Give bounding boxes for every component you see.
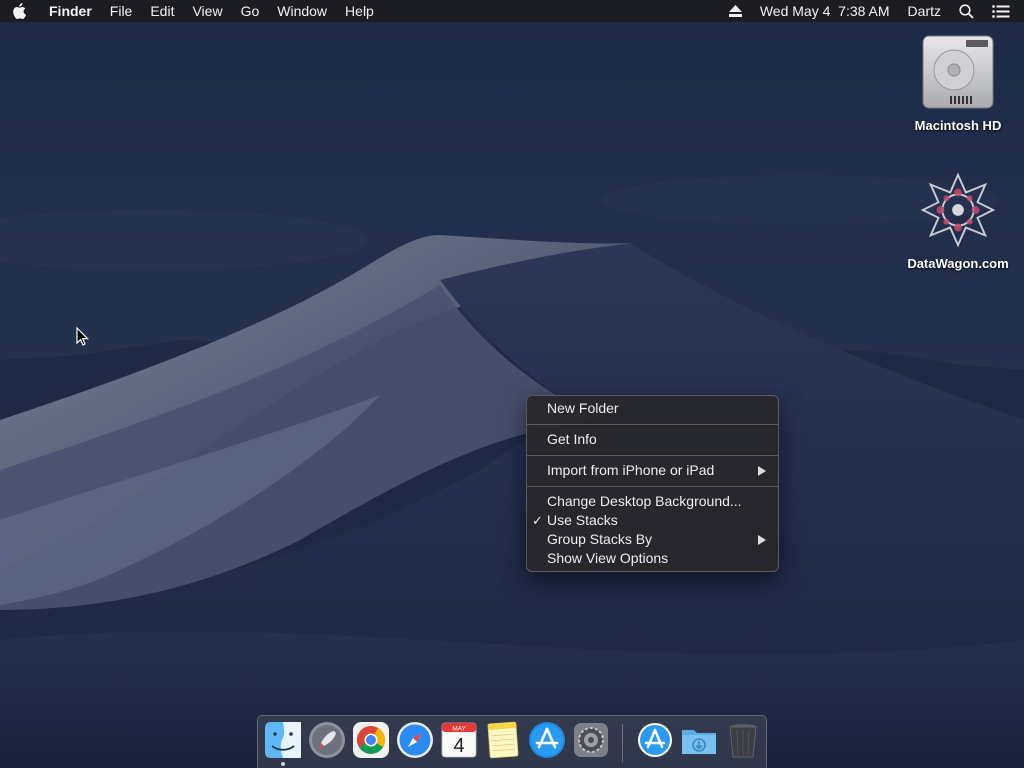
- menu-go[interactable]: Go: [232, 0, 269, 22]
- launchpad-icon[interactable]: [307, 720, 347, 760]
- desktop-wallpaper: [0, 0, 1024, 768]
- calendar-day: 4: [453, 735, 464, 757]
- menu-file[interactable]: File: [101, 0, 142, 22]
- desktop-icon-datawagon[interactable]: DataWagon.com: [903, 168, 1013, 271]
- dock: MAY 4: [257, 715, 767, 768]
- menu-item-new-folder[interactable]: New Folder: [527, 399, 778, 418]
- menu-item-get-info[interactable]: Get Info: [527, 430, 778, 449]
- finder-icon[interactable]: [263, 720, 303, 760]
- menu-separator: [527, 424, 778, 425]
- menu-bar: Finder File Edit View Go Window Help Wed…: [0, 0, 1024, 22]
- desktop-context-menu: New Folder Get Info Import from iPhone o…: [526, 395, 779, 572]
- menu-item-group-stacks-by[interactable]: Group Stacks By: [527, 530, 778, 549]
- safari-icon[interactable]: [395, 720, 435, 760]
- menu-item-import-from-iphone[interactable]: Import from iPhone or iPad: [527, 461, 778, 480]
- app-store-download-icon[interactable]: [635, 720, 675, 760]
- menu-separator: [527, 486, 778, 487]
- menu-item-label: Change Desktop Background...: [547, 493, 742, 509]
- dock-divider: [622, 724, 623, 762]
- submenu-arrow-icon: [758, 466, 766, 476]
- menu-item-change-desktop-background[interactable]: Change Desktop Background...: [527, 492, 778, 511]
- system-preferences-icon[interactable]: [571, 720, 611, 760]
- network-volume-icon: [920, 172, 996, 248]
- checkmark-icon: ✓: [532, 513, 543, 528]
- submenu-arrow-icon: [758, 535, 766, 545]
- notes-icon[interactable]: [483, 720, 523, 760]
- desktop-icon-label: DataWagon.com: [907, 256, 1009, 271]
- calendar-month: MAY: [452, 726, 466, 733]
- calendar-icon[interactable]: MAY 4: [439, 720, 479, 760]
- spotlight-button[interactable]: [959, 0, 974, 22]
- eject-menu-extra[interactable]: [728, 0, 742, 22]
- menu-separator: [527, 455, 778, 456]
- notification-center-button[interactable]: [992, 0, 1010, 22]
- menu-edit[interactable]: Edit: [141, 0, 183, 22]
- chrome-icon[interactable]: [351, 720, 391, 760]
- menu-item-label: Get Info: [547, 431, 597, 447]
- apple-menu[interactable]: [12, 0, 40, 22]
- apple-icon: [13, 3, 26, 19]
- menubar-clock[interactable]: Wed May 4 7:38 AM: [760, 0, 890, 22]
- menu-view[interactable]: View: [183, 0, 231, 22]
- menu-item-label: Show View Options: [547, 550, 669, 566]
- menu-help[interactable]: Help: [336, 0, 383, 22]
- mouse-pointer-icon: [76, 327, 89, 346]
- spotlight-search-icon: [959, 3, 974, 19]
- hard-drive-icon: [922, 35, 994, 109]
- notification-center-icon: [992, 4, 1010, 18]
- dock-running-indicator: [281, 762, 285, 766]
- menubar-user[interactable]: Dartz: [908, 0, 941, 22]
- desktop-icon-macintosh-hd[interactable]: Macintosh HD: [903, 30, 1013, 133]
- menu-finder[interactable]: Finder: [40, 0, 101, 22]
- menu-item-show-view-options[interactable]: Show View Options: [527, 549, 778, 568]
- menu-item-label: New Folder: [547, 400, 619, 416]
- menu-item-use-stacks[interactable]: ✓ Use Stacks: [527, 511, 778, 530]
- menu-item-label: Use Stacks: [547, 512, 618, 528]
- menu-item-label: Group Stacks By: [547, 531, 653, 547]
- menu-item-label: Import from iPhone or iPad: [547, 462, 715, 478]
- app-store-icon[interactable]: [527, 720, 567, 760]
- menu-window[interactable]: Window: [268, 0, 336, 22]
- downloads-folder-icon[interactable]: [679, 720, 719, 760]
- trash-icon[interactable]: [723, 720, 763, 760]
- desktop-icon-label: Macintosh HD: [914, 118, 1002, 133]
- eject-icon: [728, 5, 742, 17]
